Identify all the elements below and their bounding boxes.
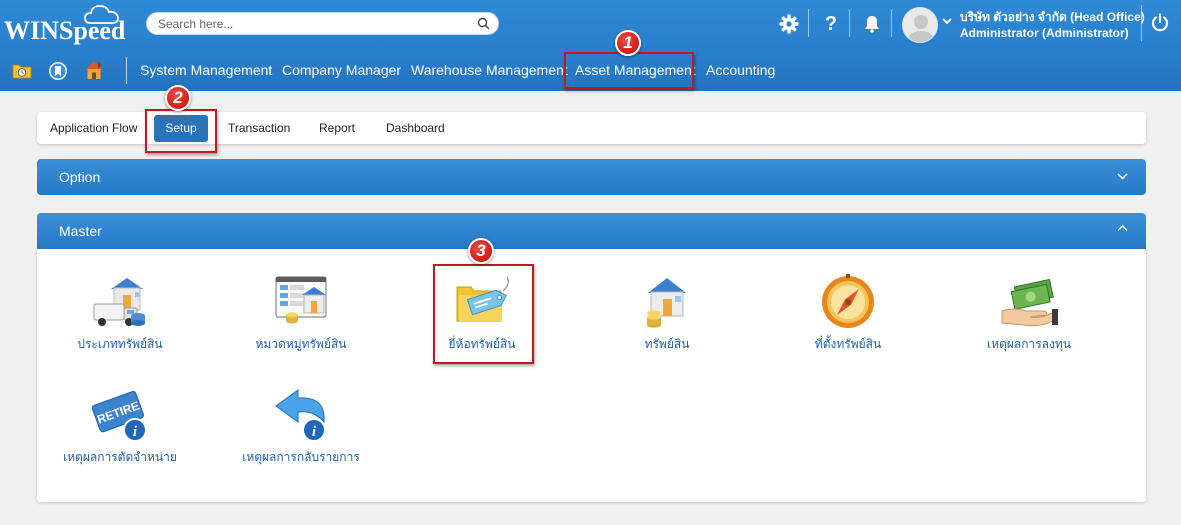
- user-silhouette-icon: [908, 15, 934, 42]
- chevron-down-icon[interactable]: [1117, 172, 1128, 180]
- asset-location-compass-icon: [822, 274, 874, 328]
- asset-category-icon: [275, 276, 327, 324]
- notification-bell-icon[interactable]: [861, 12, 883, 36]
- master-item-label: ประเภททรัพย์สิน: [77, 337, 163, 351]
- power-logout-icon[interactable]: [1150, 13, 1170, 33]
- header-divider: [1141, 5, 1142, 41]
- master-item-investment-reason[interactable]: เหตุผลการลงทุน: [944, 273, 1114, 354]
- nav-divider: [126, 57, 127, 84]
- settings-gear-icon[interactable]: [778, 12, 800, 36]
- highlight-asset-management: [564, 52, 694, 89]
- home-icon[interactable]: [83, 59, 105, 81]
- master-panel-header[interactable]: Master: [37, 213, 1146, 249]
- chevron-down-icon[interactable]: [942, 17, 952, 25]
- menu-system-management[interactable]: System Management: [140, 62, 272, 78]
- user-avatar[interactable]: [902, 7, 938, 43]
- search-input[interactable]: [158, 16, 468, 32]
- menu-warehouse-management[interactable]: Warehouse Management: [411, 62, 568, 78]
- user-name: Administrator (Administrator): [960, 26, 1129, 40]
- master-item-asset-category[interactable]: หมวดหมู่ทรัพย์สิน: [216, 273, 386, 354]
- master-item-asset[interactable]: ทรัพย์สิน: [582, 273, 752, 354]
- company-name: บริษัท ตัวอย่าง จำกัด (Head Office): [960, 10, 1145, 24]
- folder-clock-icon[interactable]: [12, 61, 32, 81]
- header-divider: [891, 9, 892, 37]
- master-item-label: เหตุผลการตัดจำหน่าย: [63, 450, 177, 464]
- undo-arrow-info-icon: i: [275, 389, 326, 442]
- option-panel-title: Option: [59, 169, 101, 185]
- cloud-icon: [84, 5, 119, 24]
- master-panel-title: Master: [59, 223, 102, 239]
- search-box[interactable]: [146, 12, 499, 35]
- money-hand-icon: [1001, 278, 1058, 327]
- menu-accounting[interactable]: Accounting: [706, 62, 775, 78]
- master-item-label: เหตุผลการกลับรายการ: [242, 450, 360, 464]
- master-item-reverse-reason[interactable]: i เหตุผลการกลับรายการ: [216, 386, 386, 467]
- master-item-label: ที่ตั้งทรัพย์สิน: [814, 337, 882, 351]
- asset-type-icon: [93, 278, 145, 326]
- master-item-label: หมวดหมู่ทรัพย์สิน: [255, 337, 347, 351]
- user-info[interactable]: บริษัท ตัวอย่าง จำกัด (Head Office) Admi…: [960, 9, 1145, 41]
- master-panel-body: ประเภททรัพย์สิน หมวดหมู่ทรัพย์สิน ยี่ห้อ…: [37, 249, 1146, 502]
- tab-dashboard[interactable]: Dashboard: [386, 112, 445, 144]
- master-item-label: เหตุผลการลงทุน: [987, 337, 1071, 351]
- step-badge-2: 2: [165, 85, 191, 111]
- option-panel-header[interactable]: Option: [37, 159, 1146, 195]
- master-item-asset-type[interactable]: ประเภททรัพย์สิน: [35, 273, 205, 354]
- chevron-up-icon[interactable]: [1117, 224, 1128, 232]
- header-divider: [808, 9, 809, 37]
- master-item-label: ทรัพย์สิน: [644, 337, 690, 351]
- tab-transaction[interactable]: Transaction: [228, 112, 290, 144]
- asset-icon: [647, 278, 686, 328]
- bookmark-icon[interactable]: [48, 61, 68, 81]
- master-item-retire-reason[interactable]: RETIRE i เหตุผลการตัดจำหน่าย: [35, 386, 205, 467]
- step-badge-1: 1: [615, 30, 641, 56]
- step-badge-3: 3: [468, 238, 494, 264]
- header-divider: [849, 9, 850, 37]
- tab-application-flow[interactable]: Application Flow: [50, 112, 137, 144]
- master-item-asset-location[interactable]: ที่ตั้งทรัพย์สิน: [763, 273, 933, 354]
- help-icon[interactable]: ?: [820, 12, 842, 36]
- menu-company-manager[interactable]: Company Manager: [282, 62, 401, 78]
- highlight-asset-brand: [433, 264, 534, 364]
- search-icon[interactable]: [477, 17, 490, 30]
- tab-report[interactable]: Report: [319, 112, 355, 144]
- retire-info-icon: RETIRE i: [91, 390, 147, 442]
- highlight-setup-tab: [145, 109, 217, 153]
